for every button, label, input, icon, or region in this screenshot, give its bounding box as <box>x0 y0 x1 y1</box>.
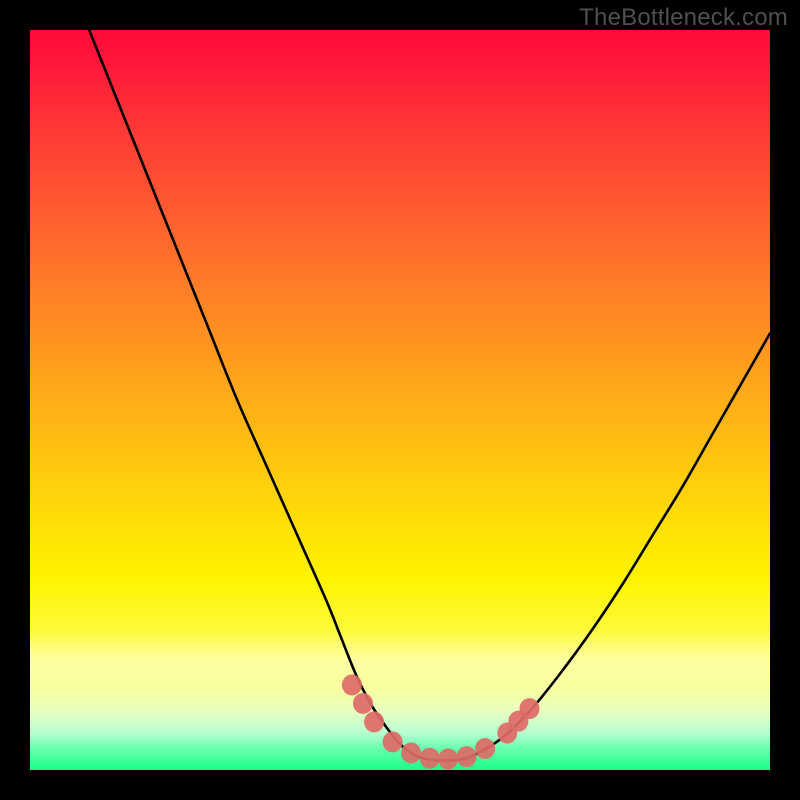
curve-layer <box>30 30 770 770</box>
curve-marker <box>342 674 362 695</box>
curve-marker <box>438 748 458 769</box>
curve-marker <box>383 731 403 752</box>
curve-marker <box>420 748 440 769</box>
plot-area <box>30 30 770 770</box>
outer-frame: TheBottleneck.com <box>0 0 800 800</box>
watermark-text: TheBottleneck.com <box>579 4 788 32</box>
curve-marker <box>353 693 373 714</box>
curve-marker <box>401 742 421 763</box>
bottleneck-curve <box>89 30 770 760</box>
curve-marker <box>520 698 540 719</box>
curve-markers <box>342 674 540 769</box>
curve-marker <box>457 746 477 767</box>
curve-marker <box>475 738 495 759</box>
curve-marker <box>364 711 384 732</box>
